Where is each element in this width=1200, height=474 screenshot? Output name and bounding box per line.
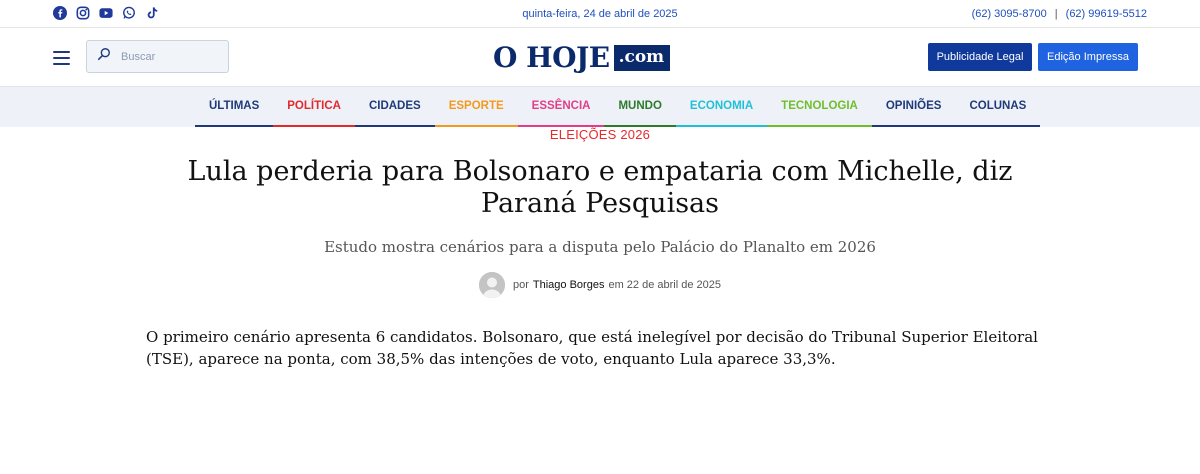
nav-item-label: TECNOLOGIA [781, 100, 858, 112]
nav-item-mundo[interactable]: MUNDO [604, 100, 677, 127]
nav-item-label: ESPORTE [448, 100, 504, 112]
publish-date: em 22 de abril de 2025 [608, 279, 721, 291]
nav-item-label: OPINIÕES [885, 100, 942, 112]
nav-item-label: ECONOMIA [689, 100, 754, 112]
phone-1[interactable]: (62) 3095-8700 [972, 8, 1047, 20]
site-logo[interactable]: O HOJE .com [493, 41, 671, 75]
publicidade-legal-button[interactable]: Publicidade Legal [928, 43, 1032, 71]
search-icon [97, 47, 111, 66]
nav-item-política[interactable]: POLÍTICA [273, 100, 355, 127]
nav-item-cidades[interactable]: CIDADES [354, 100, 435, 127]
author-name[interactable]: Thiago Borges [533, 279, 605, 291]
author-avatar [479, 272, 505, 298]
nav-item-colunas[interactable]: COLUNAS [955, 100, 1041, 127]
search-input[interactable] [121, 50, 221, 63]
nav-item-label: POLÍTICA [287, 100, 341, 112]
logo-text: O HOJE [493, 41, 610, 74]
hamburger-menu-icon[interactable] [53, 51, 70, 65]
byline-prefix: por [513, 279, 529, 291]
article-title: Lula perderia para Bolsonaro e empataria… [187, 156, 1013, 219]
logo-suffix: .com [613, 45, 671, 71]
top-bar: quinta-feira, 24 de abril de 2025 (62) 3… [0, 0, 1200, 28]
phone-separator: | [1054, 8, 1058, 20]
nav-item-tecnologia[interactable]: TECNOLOGIA [767, 100, 872, 127]
nav-item-label: CIDADES [368, 100, 421, 112]
category-nav: ÚLTIMAS POLÍTICA CIDADES ESPORTE ESSÊNCIA MUN… [0, 86, 1200, 127]
edicao-impressa-button[interactable]: Edição Impressa [1038, 43, 1138, 71]
article-paragraph: O primeiro cenário apresenta 6 candidato… [146, 328, 1038, 368]
contact-phones: (62) 3095-8700 | (62) 99619-5512 [972, 8, 1147, 20]
phone-2[interactable]: (62) 99619-5512 [1066, 8, 1147, 20]
nav-item-label: MUNDO [618, 100, 662, 112]
nav-item-label: ÚLTIMAS [209, 100, 260, 112]
nav-item-economia[interactable]: ECONOMIA [675, 100, 768, 127]
category-nav-list: ÚLTIMAS POLÍTICA CIDADES ESPORTE ESSÊNCIA MUN… [195, 100, 1041, 127]
nav-item-label: ESSÊNCIA [531, 100, 591, 112]
article-kicker[interactable]: ELEIÇÕES 2026 [0, 127, 1200, 142]
article-subtitle: Estudo mostra cenários para a disputa pe… [324, 238, 876, 256]
nav-item-label: COLUNAS [969, 100, 1027, 112]
article-byline: por Thiago Borges em 22 de abril de 2025 [0, 272, 1200, 298]
search-box[interactable] [86, 40, 229, 73]
nav-item-últimas[interactable]: ÚLTIMAS [195, 100, 274, 127]
nav-item-opiniões[interactable]: OPINIÕES [871, 100, 956, 127]
nav-item-esporte[interactable]: ESPORTE [434, 100, 518, 127]
nav-item-essência[interactable]: ESSÊNCIA [517, 100, 605, 127]
